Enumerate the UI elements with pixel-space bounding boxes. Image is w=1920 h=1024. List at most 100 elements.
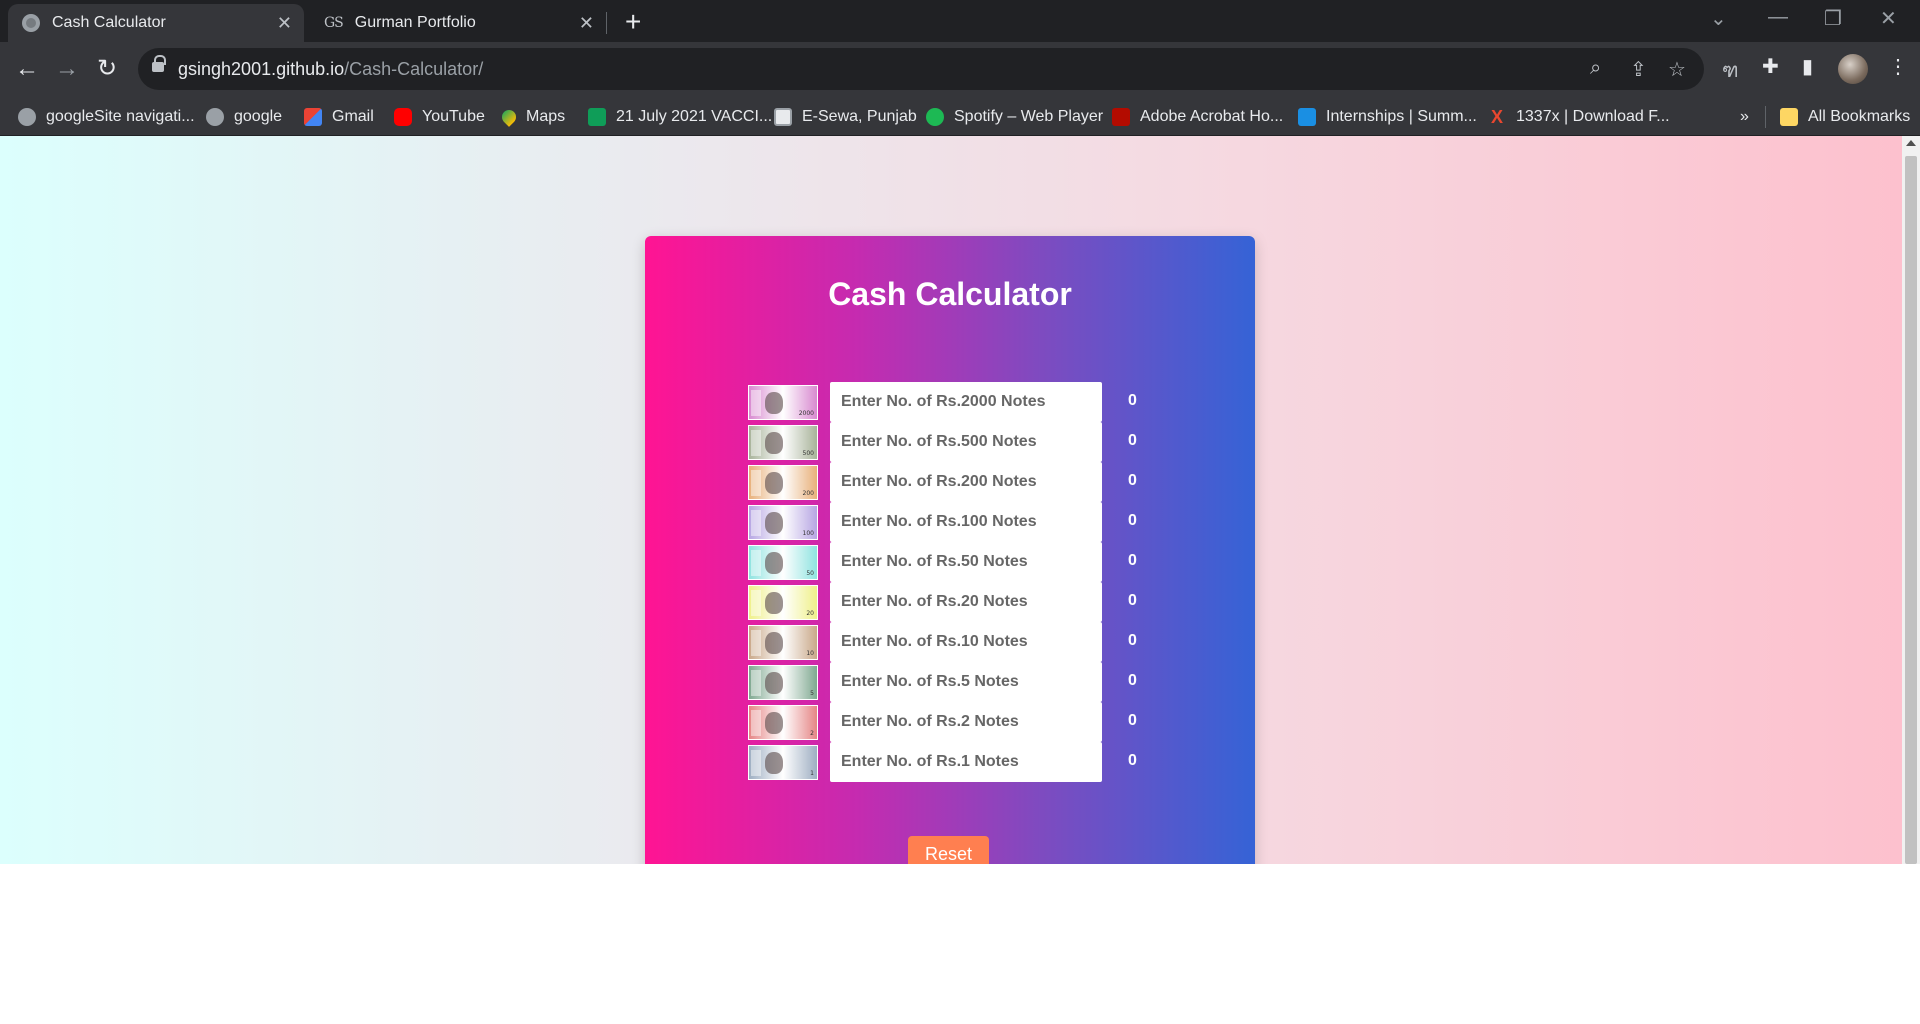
banknote-2000-image: 2000 [748, 385, 818, 420]
sheets-icon [588, 108, 606, 126]
banknote-500-image: 500 [748, 425, 818, 460]
tab-search-icon[interactable]: ⌄ [1710, 6, 1727, 31]
reset-button[interactable]: Reset [908, 836, 989, 864]
banknote-20-image: 20 [748, 585, 818, 620]
address-bar[interactable]: gsingh2001.github.io/Cash-Calculator/ ⌕ … [138, 48, 1704, 90]
url-text[interactable]: gsingh2001.github.io/Cash-Calculator/ [178, 59, 483, 80]
denomination-row-1: 1 0 [748, 742, 1148, 782]
note-count-input-10[interactable] [830, 622, 1102, 662]
tab-title: Gurman Portfolio [354, 14, 476, 31]
row-total: 0 [1128, 752, 1137, 769]
banknote-100-image: 100 [748, 505, 818, 540]
scrollbar[interactable] [1902, 136, 1920, 864]
new-tab-icon[interactable]: + [625, 6, 641, 38]
browser-toolbar: ← → ↻ gsingh2001.github.io/Cash-Calculat… [0, 42, 1920, 98]
bookmarks-overflow-icon[interactable]: » [1740, 104, 1749, 130]
tab-cash-calculator[interactable]: Cash Calculator ✕ [8, 4, 304, 42]
note-count-input-50[interactable] [830, 542, 1102, 582]
banknote-1-image: 1 [748, 745, 818, 780]
bookmark-googlesite[interactable]: googleSite navigati... [18, 104, 195, 130]
scroll-up-arrow-icon[interactable] [1906, 140, 1916, 146]
tab-divider [606, 12, 607, 34]
row-total: 0 [1128, 632, 1137, 649]
bookmark-esewa[interactable]: E-Sewa, Punjab [774, 104, 917, 130]
row-total: 0 [1128, 392, 1137, 409]
denomination-row-5: 5 0 [748, 662, 1148, 702]
bookmark-star-icon[interactable]: ☆ [1668, 57, 1686, 82]
share-icon[interactable]: ⇪ [1630, 57, 1647, 82]
note-count-input-200[interactable] [830, 462, 1102, 502]
banknote-10-image: 10 [748, 625, 818, 660]
globe-icon [22, 14, 40, 32]
bookmark-internshala[interactable]: Internships | Summ... [1298, 104, 1477, 130]
banknote-5-image: 5 [748, 665, 818, 700]
close-tab-icon[interactable]: ✕ [579, 13, 594, 34]
bookmark-vaccine-sheet[interactable]: 21 July 2021 VACCI... [588, 104, 772, 130]
banknote-200-image: 200 [748, 465, 818, 500]
denomination-row-200: 200 0 [748, 462, 1148, 502]
note-count-input-2000[interactable] [830, 382, 1102, 422]
forward-icon[interactable]: → [50, 52, 84, 86]
note-count-input-1[interactable] [830, 742, 1102, 782]
bookmarks-divider [1765, 106, 1766, 128]
bookmark-adobe[interactable]: Adobe Acrobat Ho... [1112, 104, 1283, 130]
tab-gurman-portfolio[interactable]: GS Gurman Portfolio ✕ [310, 4, 606, 42]
zoom-icon[interactable]: ⌕ [1590, 57, 1601, 80]
note-count-input-2[interactable] [830, 702, 1102, 742]
denomination-row-100: 100 0 [748, 502, 1148, 542]
row-total: 0 [1128, 512, 1137, 529]
bookmark-spotify[interactable]: Spotify – Web Player [926, 104, 1103, 130]
banknote-2-image: 2 [748, 705, 818, 740]
globe-icon [18, 108, 36, 126]
puzzle-extensions-icon[interactable]: ✚ [1762, 54, 1779, 79]
row-total: 0 [1128, 552, 1137, 569]
adobe-icon [1112, 108, 1130, 126]
reload-icon[interactable]: ↻ [90, 52, 124, 86]
calculator-card: Cash Calculator 2000 0 500 0 200 0 100 [645, 236, 1255, 864]
menu-kebab-icon[interactable]: ⋮ [1888, 54, 1908, 79]
close-tab-icon[interactable]: ✕ [277, 13, 292, 34]
denomination-row-500: 500 0 [748, 422, 1148, 462]
folder-icon [1780, 108, 1798, 126]
banknote-50-image: 50 [748, 545, 818, 580]
denomination-row-50: 50 0 [748, 542, 1148, 582]
scrollbar-thumb[interactable] [1905, 156, 1917, 864]
bookmark-google[interactable]: google [206, 104, 282, 130]
row-total: 0 [1128, 432, 1137, 449]
all-bookmarks-button[interactable]: All Bookmarks [1780, 104, 1910, 130]
extension-icon[interactable]: ฑ [1722, 54, 1739, 86]
gmail-icon [304, 108, 322, 126]
globe-icon [206, 108, 224, 126]
bookmark-1337x[interactable]: X 1337x | Download F... [1488, 104, 1670, 130]
bookmark-gmail[interactable]: Gmail [304, 104, 374, 130]
denomination-row-2: 2 0 [748, 702, 1148, 742]
page-viewport: Cash Calculator 2000 0 500 0 200 0 100 [0, 136, 1920, 864]
lock-icon[interactable] [152, 55, 166, 72]
tab-title: Cash Calculator [52, 14, 166, 31]
minimize-icon[interactable]: — [1768, 6, 1788, 29]
1337x-icon: X [1490, 107, 1503, 127]
row-total: 0 [1128, 712, 1137, 729]
profile-avatar[interactable] [1838, 54, 1868, 84]
note-count-input-5[interactable] [830, 662, 1102, 702]
bookmarks-bar: googleSite navigati... google Gmail YouT… [0, 98, 1920, 136]
internshala-icon [1298, 108, 1316, 126]
tab-strip: Cash Calculator ✕ GS Gurman Portfolio ✕ … [0, 0, 1920, 42]
bookmark-maps[interactable]: Maps [499, 104, 565, 130]
page-title: Cash Calculator [828, 276, 1072, 312]
gs-favicon-icon: GS [324, 15, 344, 31]
denomination-row-2000: 2000 0 [748, 382, 1148, 422]
close-window-icon[interactable]: ✕ [1880, 6, 1897, 31]
row-total: 0 [1128, 472, 1137, 489]
row-total: 0 [1128, 592, 1137, 609]
maps-icon [499, 107, 519, 127]
spotify-icon [926, 108, 944, 126]
restore-icon[interactable]: ❐ [1824, 6, 1842, 31]
note-count-input-20[interactable] [830, 582, 1102, 622]
note-count-input-100[interactable] [830, 502, 1102, 542]
bookmark-youtube[interactable]: YouTube [394, 104, 485, 130]
denomination-row-10: 10 0 [748, 622, 1148, 662]
back-icon[interactable]: ← [10, 52, 44, 86]
note-count-input-500[interactable] [830, 422, 1102, 462]
side-panel-icon[interactable]: ▮ [1802, 54, 1813, 79]
